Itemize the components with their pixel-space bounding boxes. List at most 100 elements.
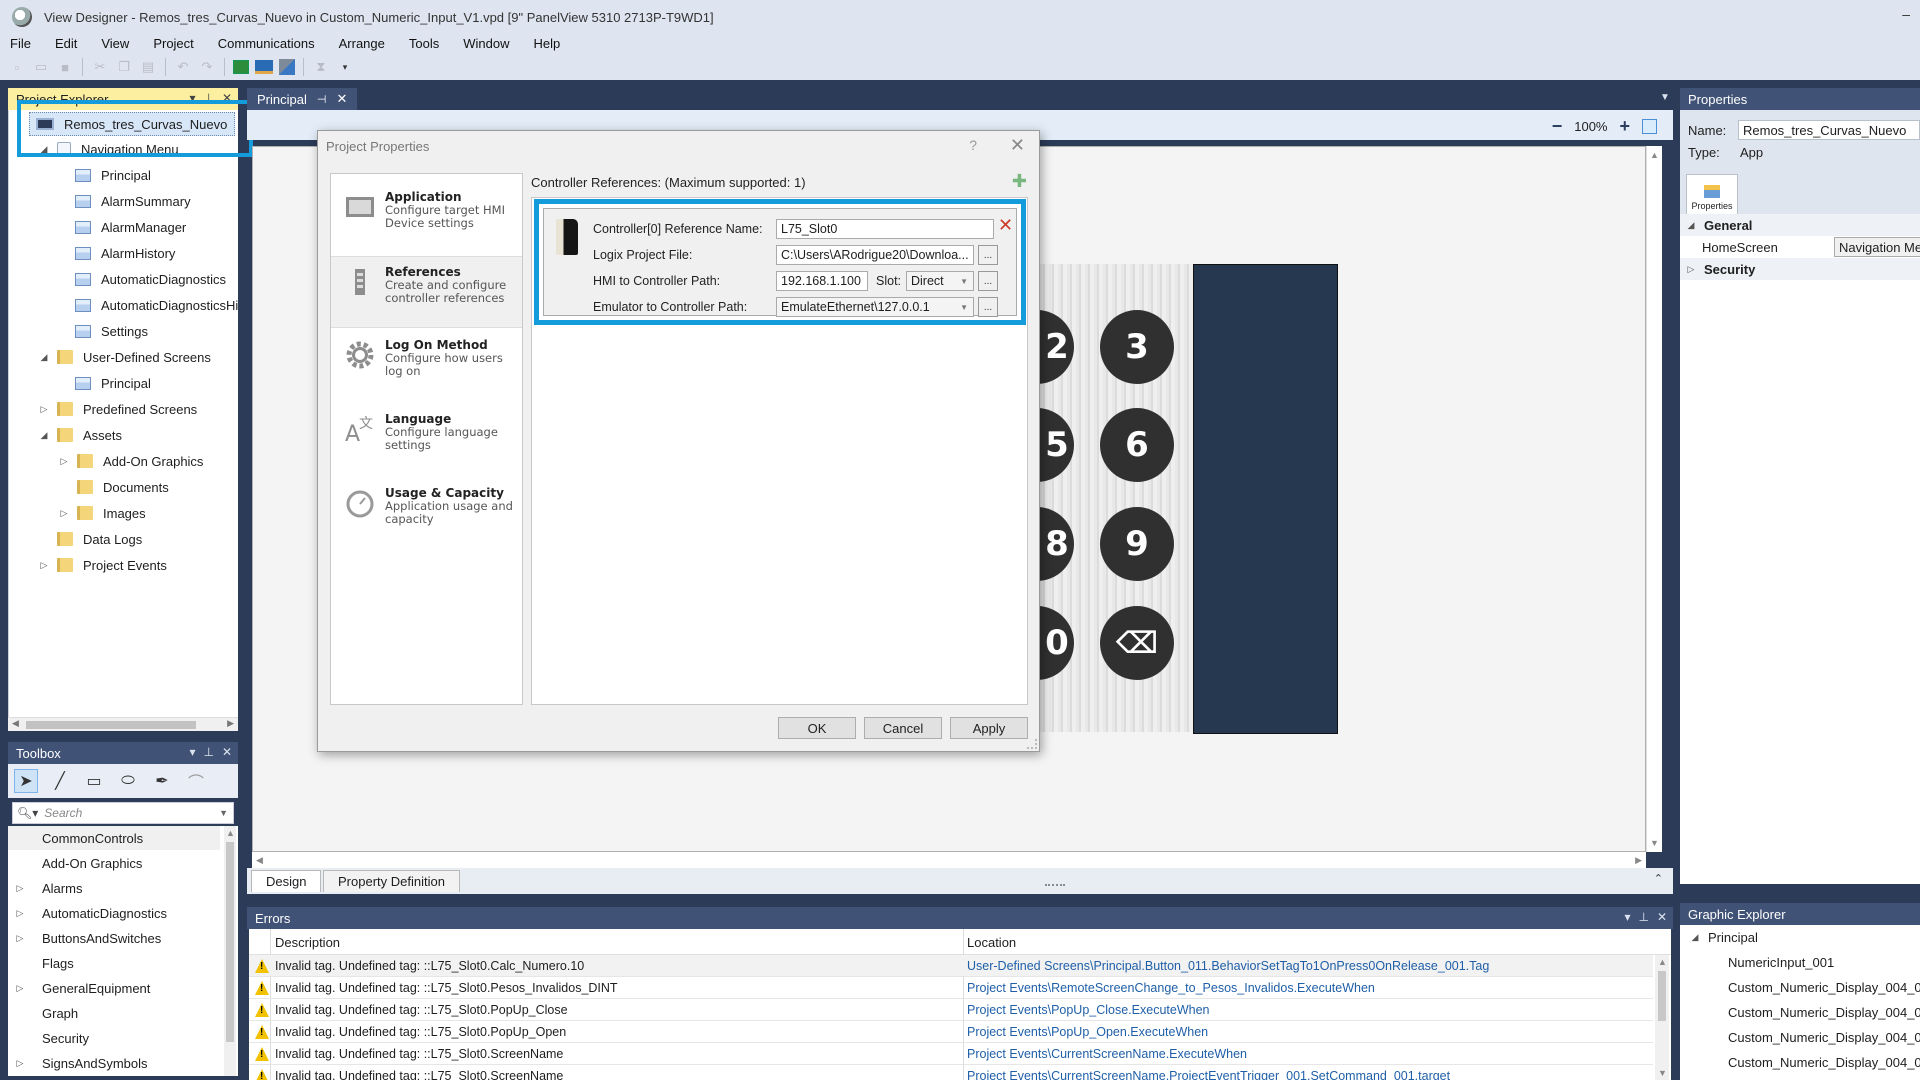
error-location-link[interactable]: User-Defined Screens\Principal.Button_01… bbox=[967, 959, 1489, 973]
collapsed-icon[interactable]: ▷ bbox=[39, 560, 49, 571]
resize-grip[interactable] bbox=[1027, 739, 1037, 749]
toolbox-item[interactable]: ▷ GeneralEquipment bbox=[8, 976, 220, 1000]
errors-vscrollbar[interactable]: ▲ ▼ bbox=[1655, 955, 1669, 1080]
menu-communications[interactable]: Communications bbox=[218, 36, 315, 51]
error-row[interactable]: Invalid tag. Undefined tag: ::L75_Slot0.… bbox=[249, 977, 1653, 999]
undo-icon[interactable]: ↶ bbox=[174, 58, 192, 76]
scroll-down-icon[interactable]: ▼ bbox=[1650, 838, 1659, 848]
project-explorer-hscrollbar[interactable]: ◀ ▶ bbox=[8, 717, 238, 731]
apply-button[interactable]: Apply bbox=[950, 717, 1028, 739]
toolbox-vscrollbar[interactable]: ▲ bbox=[224, 826, 236, 1076]
add-reference-button[interactable]: ✚ bbox=[1012, 171, 1027, 192]
chevron-down-icon[interactable]: ▼ bbox=[219, 808, 228, 818]
tab-design[interactable]: Design bbox=[251, 870, 322, 892]
nav-item-language[interactable]: A文 Language Configure language settings bbox=[331, 404, 522, 476]
ok-button[interactable]: OK bbox=[778, 717, 856, 739]
error-location-link[interactable]: Project Events\PopUp_Close.ExecuteWhen bbox=[967, 1003, 1210, 1017]
tab-principal[interactable]: Principal ⊣ ✕ bbox=[247, 88, 358, 110]
category-general[interactable]: ◢ General bbox=[1680, 214, 1920, 236]
cancel-button[interactable]: Cancel bbox=[864, 717, 942, 739]
tree-item-folder[interactable]: ▷ Add-On Graphics bbox=[59, 449, 204, 473]
toolbox-item[interactable]: Graph bbox=[8, 1001, 220, 1025]
pin-icon[interactable]: ⊣ bbox=[317, 93, 327, 106]
error-row[interactable]: Invalid tag. Undefined tag: ::L75_Slot0.… bbox=[249, 955, 1653, 977]
slot-select[interactable]: Direct ▼ bbox=[906, 271, 974, 291]
graphic-item-root[interactable]: ◢ Principal bbox=[1690, 925, 1758, 950]
expanded-icon[interactable]: ◢ bbox=[39, 352, 49, 363]
tab-properties[interactable]: Properties bbox=[1686, 174, 1738, 214]
error-row[interactable]: Invalid tag. Undefined tag: ::L75_Slot0.… bbox=[249, 1065, 1653, 1080]
menu-project[interactable]: Project bbox=[153, 36, 193, 51]
scroll-left-icon[interactable]: ◀ bbox=[256, 855, 263, 866]
property-row-homescreen[interactable]: HomeScreen Navigation Menu bbox=[1680, 236, 1920, 258]
tree-item-screen[interactable]: AutomaticDiagnosticsHis bbox=[75, 293, 238, 317]
scroll-thumb[interactable] bbox=[1658, 971, 1666, 1021]
error-location-link[interactable]: Project Events\CurrentScreenName.Project… bbox=[967, 1069, 1450, 1080]
scroll-up-icon[interactable]: ▲ bbox=[226, 828, 235, 838]
pen-icon[interactable]: ✒ bbox=[150, 769, 174, 793]
collapsed-icon[interactable]: ▷ bbox=[14, 933, 26, 944]
cut-icon[interactable]: ✂ bbox=[91, 58, 109, 76]
toolbox-item[interactable]: ▷ AutomaticDiagnostics bbox=[8, 901, 220, 925]
browse-logix-file-button[interactable]: ... bbox=[978, 245, 998, 265]
nav-item-log-on-method[interactable]: Log On Method Configure how users log on bbox=[331, 330, 522, 402]
menu-file[interactable]: File bbox=[10, 36, 31, 51]
collapsed-icon[interactable]: ▷ bbox=[1686, 264, 1696, 275]
nav-item-references[interactable]: References Create and configure controll… bbox=[331, 256, 522, 328]
tree-item-folder[interactable]: ▷ Project Events bbox=[39, 553, 167, 577]
name-field[interactable]: Remos_tres_Curvas_Nuevo bbox=[1738, 120, 1920, 140]
pointer-icon[interactable]: ➤ bbox=[14, 769, 38, 793]
homescreen-value[interactable]: Navigation Menu bbox=[1834, 237, 1920, 257]
keypad-key[interactable]: 9 bbox=[1100, 507, 1174, 581]
toolbox-search-input[interactable]: 🔍︎▾ Search ▼ bbox=[12, 802, 234, 824]
menu-tools[interactable]: Tools bbox=[409, 36, 439, 51]
collapsed-icon[interactable]: ▷ bbox=[59, 456, 69, 467]
zoom-in-button[interactable]: + bbox=[1619, 116, 1630, 137]
pin-icon[interactable]: ⊥ bbox=[1638, 910, 1648, 924]
column-header-location[interactable]: Location bbox=[967, 935, 1016, 950]
toolbox-item[interactable]: Add-On Graphics bbox=[8, 851, 220, 875]
emulator-path-select[interactable]: EmulateEthernet\127.0.0.1 ▼ bbox=[776, 297, 974, 317]
collapsed-icon[interactable]: ▷ bbox=[14, 983, 26, 994]
collapse-icon[interactable]: ⌃ bbox=[1654, 872, 1663, 885]
collapsed-icon[interactable]: ▷ bbox=[59, 508, 69, 519]
graphic-item[interactable]: Custom_Numeric_Display_004_016 bbox=[1728, 1025, 1920, 1050]
tree-item-folder[interactable]: ◢ Assets bbox=[39, 423, 122, 447]
tree-item-screen[interactable]: Principal bbox=[75, 371, 151, 395]
hourglass-icon[interactable]: ⧗ bbox=[312, 58, 330, 76]
zoom-out-button[interactable]: − bbox=[1552, 116, 1563, 137]
close-tab-icon[interactable]: ✕ bbox=[336, 91, 347, 107]
communications-icon[interactable] bbox=[279, 59, 295, 75]
browse-hmi-path-button[interactable]: ... bbox=[978, 271, 998, 291]
tree-item-folder[interactable]: ▷ Predefined Screens bbox=[39, 397, 198, 421]
new-icon[interactable]: ▫ bbox=[8, 58, 26, 76]
scroll-up-icon[interactable]: ▲ bbox=[1658, 957, 1667, 967]
pin-icon[interactable]: ⊥ bbox=[203, 745, 213, 759]
open-icon[interactable]: ▭ bbox=[32, 58, 50, 76]
error-row[interactable]: Invalid tag. Undefined tag: ::L75_Slot0.… bbox=[249, 1043, 1653, 1065]
expanded-icon[interactable]: ◢ bbox=[1690, 932, 1700, 943]
help-button[interactable]: ? bbox=[969, 137, 977, 153]
tree-item-folder[interactable]: ▷ Images bbox=[59, 501, 146, 525]
close-icon[interactable]: ✕ bbox=[1657, 910, 1667, 924]
expanded-icon[interactable]: ◢ bbox=[39, 430, 49, 441]
dialog-close-button[interactable]: ✕ bbox=[1010, 135, 1025, 156]
menu-help[interactable]: Help bbox=[533, 36, 560, 51]
document-list-dropdown-icon[interactable]: ▼ bbox=[1660, 92, 1670, 103]
graphic-item[interactable]: Custom_Numeric_Display_004_018 bbox=[1728, 975, 1920, 1000]
toolbox-item[interactable]: Flags bbox=[8, 951, 220, 975]
tree-item-screen[interactable]: Settings bbox=[75, 319, 148, 343]
scroll-right-icon[interactable]: ▶ bbox=[1635, 855, 1642, 866]
redo-icon[interactable]: ↷ bbox=[198, 58, 216, 76]
tree-item-folder[interactable]: Documents bbox=[77, 475, 169, 499]
dropdown-icon[interactable]: ▾ bbox=[1624, 910, 1630, 924]
scroll-thumb[interactable] bbox=[226, 842, 234, 1042]
verify-icon[interactable] bbox=[233, 60, 249, 74]
fit-to-window-icon[interactable] bbox=[1642, 119, 1657, 134]
save-icon[interactable]: ■ bbox=[56, 58, 74, 76]
toolbox-item[interactable]: CommonControls bbox=[8, 826, 220, 850]
expanded-icon[interactable]: ◢ bbox=[1686, 220, 1696, 231]
nav-item-application[interactable]: Application Configure target HMI Device … bbox=[331, 182, 522, 254]
collapsed-icon[interactable]: ▷ bbox=[14, 1058, 26, 1069]
scroll-right-icon[interactable]: ▶ bbox=[227, 718, 234, 729]
